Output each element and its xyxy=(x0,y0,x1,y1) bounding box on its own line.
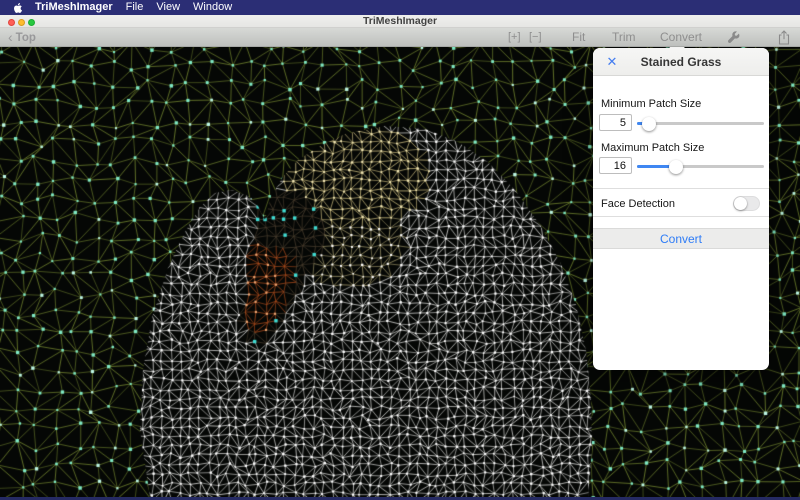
window-title: TriMeshImager xyxy=(362,15,438,27)
popover-title: Stained Grass xyxy=(640,55,722,69)
app-window: TriMeshImager File View Window TriMeshIm… xyxy=(0,0,800,500)
menu-item-file[interactable]: File xyxy=(126,0,144,15)
face-detection-row: Face Detection xyxy=(593,188,769,217)
back-button[interactable]: ‹ Top xyxy=(8,28,36,46)
trim-button[interactable]: Trim xyxy=(612,28,636,46)
title-bar: TriMeshImager xyxy=(0,15,800,28)
face-detection-label: Face Detection xyxy=(601,198,675,210)
toolbar: ‹ Top [+] [−] Fit Trim Convert xyxy=(0,28,800,47)
min-patch-size-label: Minimum Patch Size xyxy=(601,98,702,110)
fit-button[interactable]: Fit xyxy=(572,28,585,46)
menu-app-name[interactable]: TriMeshImager xyxy=(35,0,113,15)
back-label: Top xyxy=(15,32,36,44)
max-patch-size-label: Maximum Patch Size xyxy=(601,142,705,154)
face-detection-toggle[interactable] xyxy=(733,196,760,211)
stained-grass-popover: ✕ Stained Grass Minimum Patch Size Maxim… xyxy=(593,41,769,370)
zoom-out-button[interactable]: [−] xyxy=(529,28,542,46)
share-icon[interactable] xyxy=(778,30,790,48)
wrench-icon[interactable] xyxy=(727,31,740,49)
menu-item-view[interactable]: View xyxy=(156,0,180,15)
popover-header: ✕ Stained Grass xyxy=(593,48,769,76)
zoom-in-button[interactable]: [+] xyxy=(508,28,521,46)
max-patch-size-input[interactable] xyxy=(599,157,632,174)
convert-action-button[interactable]: Convert xyxy=(593,228,769,249)
max-patch-size-slider[interactable] xyxy=(637,159,764,174)
apple-menu-icon[interactable] xyxy=(13,2,24,14)
convert-button[interactable]: Convert xyxy=(660,28,702,46)
chevron-left-icon: ‹ xyxy=(8,29,13,45)
menu-item-window[interactable]: Window xyxy=(193,0,232,15)
toggle-knob xyxy=(734,197,747,210)
slider-thumb[interactable] xyxy=(642,116,657,131)
min-patch-size-input[interactable] xyxy=(599,114,632,131)
menu-bar: TriMeshImager File View Window xyxy=(0,0,800,15)
slider-thumb[interactable] xyxy=(669,159,684,174)
min-patch-size-slider[interactable] xyxy=(637,116,764,131)
